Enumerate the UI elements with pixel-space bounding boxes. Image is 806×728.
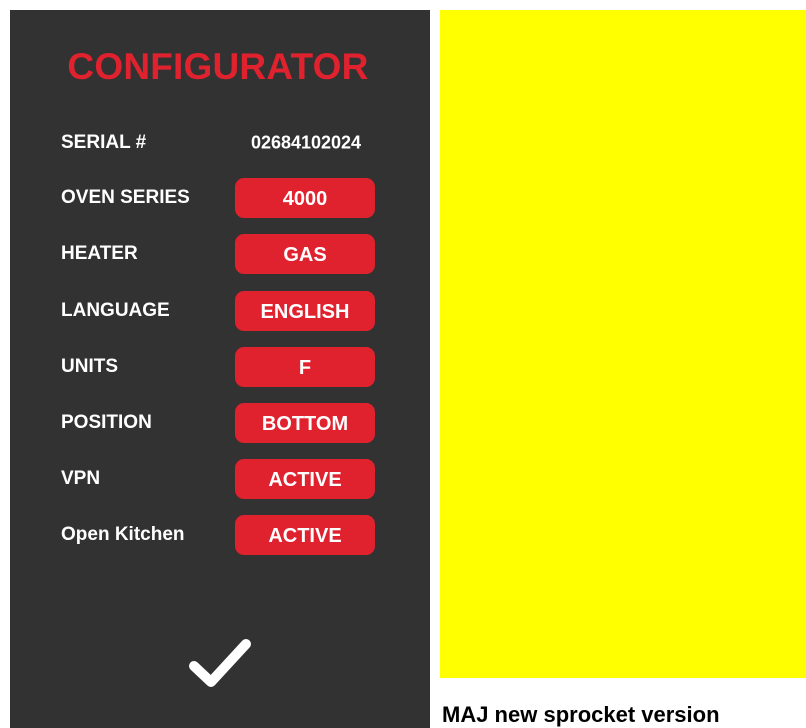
- open-kitchen-button[interactable]: ACTIVE: [235, 515, 375, 555]
- screen: CONFIGURATOR SERIAL # 02684102024 OVEN S…: [0, 0, 806, 728]
- setting-row-open-kitchen: Open Kitchen ACTIVE: [10, 515, 430, 555]
- oven-series-label: OVEN SERIES: [61, 187, 190, 208]
- confirm-button[interactable]: [180, 628, 260, 698]
- page-title: CONFIGURATOR: [67, 46, 369, 87]
- checkmark-icon: [189, 639, 251, 687]
- vpn-button[interactable]: ACTIVE: [235, 459, 375, 499]
- setting-row-position: POSITION BOTTOM: [10, 403, 430, 443]
- serial-label: SERIAL #: [61, 132, 147, 153]
- setting-row-heater: HEATER GAS: [10, 234, 430, 274]
- oven-series-button[interactable]: 4000: [235, 178, 375, 218]
- serial-row: SERIAL # 02684102024: [10, 123, 430, 163]
- setting-row-units: UNITS F: [10, 347, 430, 387]
- heater-label: HEATER: [61, 243, 138, 264]
- yellow-placeholder-area: [440, 10, 806, 678]
- configurator-panel: CONFIGURATOR SERIAL # 02684102024 OVEN S…: [10, 10, 430, 728]
- caption-text: MAJ new sprocket version: [442, 702, 720, 727]
- position-button[interactable]: BOTTOM: [235, 403, 375, 443]
- heater-button[interactable]: GAS: [235, 234, 375, 274]
- language-label: LANGUAGE: [61, 300, 170, 321]
- position-label: POSITION: [61, 412, 152, 433]
- setting-row-language: LANGUAGE ENGLISH: [10, 291, 430, 331]
- setting-row-oven-series: OVEN SERIES 4000: [10, 178, 430, 218]
- language-button[interactable]: ENGLISH: [235, 291, 375, 331]
- vpn-label: VPN: [61, 468, 101, 489]
- units-label: UNITS: [61, 356, 118, 377]
- units-button[interactable]: F: [235, 347, 375, 387]
- setting-row-vpn: VPN ACTIVE: [10, 459, 430, 499]
- serial-value: 02684102024: [250, 132, 362, 153]
- open-kitchen-label: Open Kitchen: [61, 524, 185, 545]
